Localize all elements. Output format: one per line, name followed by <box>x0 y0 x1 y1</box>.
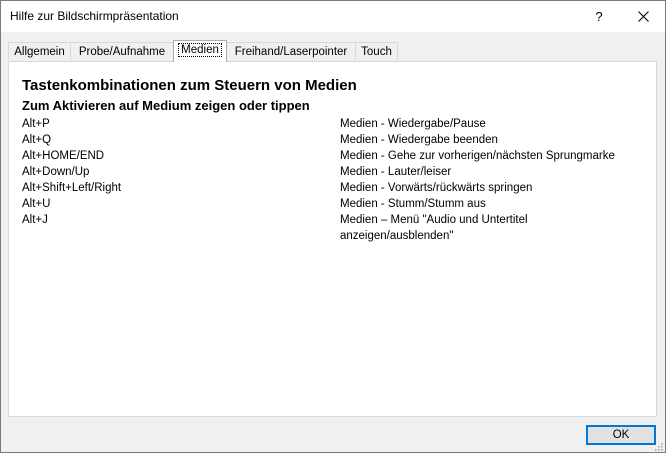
shortcut-row: Alt+Down/Up Medien - Lauter/leiser <box>9 164 658 180</box>
shortcut-key: Alt+Shift+Left/Right <box>22 182 122 194</box>
shortcut-description: Medien - Wiedergabe beenden <box>340 134 498 146</box>
shortcut-description: Medien – Menü "Audio und Untertitel anze… <box>340 214 528 242</box>
resize-grip-icon[interactable] <box>653 441 663 451</box>
shortcut-description: Medien - Stumm/Stumm aus <box>340 198 486 210</box>
tab-label: Medien <box>178 43 222 57</box>
tab-panel-medien: Tastenkombinationen zum Steuern von Medi… <box>8 61 657 417</box>
tab-allgemein[interactable]: Allgemein <box>8 42 71 60</box>
tab-label: Probe/Aufnahme <box>78 46 166 58</box>
tab-touch[interactable]: Touch <box>355 42 398 60</box>
tab-medien[interactable]: Medien <box>173 40 227 62</box>
tab-probe-aufnahme[interactable]: Probe/Aufnahme <box>70 42 174 60</box>
shortcut-list: Alt+P Medien - Wiedergabe/Pause Alt+Q Me… <box>9 116 658 244</box>
shortcut-key: Alt+P <box>22 118 50 130</box>
shortcut-description: Medien - Lauter/leiser <box>340 166 452 178</box>
shortcut-row: Alt+Shift+Left/Right Medien - Vorwärts/r… <box>9 180 658 196</box>
shortcut-key: Alt+U <box>22 198 51 210</box>
tab-label: Touch <box>361 46 392 58</box>
page-title: Tastenkombinationen zum Steuern von Medi… <box>22 77 357 94</box>
shortcut-row: Alt+U Medien - Stumm/Stumm aus <box>9 196 658 212</box>
close-button[interactable] <box>621 1 665 32</box>
shortcut-description: Medien - Vorwärts/rückwärts springen <box>340 182 533 194</box>
shortcut-key: Alt+Down/Up <box>22 166 90 178</box>
dialog-window: Hilfe zur Bildschirmpräsentation ? Allge… <box>0 0 666 453</box>
window-title: Hilfe zur Bildschirmpräsentation <box>10 9 179 23</box>
tab-label: Allgemein <box>14 46 65 58</box>
help-button[interactable]: ? <box>577 1 621 32</box>
close-icon <box>637 11 649 22</box>
shortcut-key: Alt+HOME/END <box>22 150 105 162</box>
shortcut-description: Medien - Wiedergabe/Pause <box>340 118 486 130</box>
section-subtitle: Zum Aktivieren auf Medium zeigen oder ti… <box>22 98 310 113</box>
tab-label: Freihand/Laserpointer <box>234 46 348 58</box>
ok-button[interactable]: OK <box>586 425 656 445</box>
title-bar[interactable]: Hilfe zur Bildschirmpräsentation ? <box>1 1 665 32</box>
shortcut-key: Alt+J <box>22 214 48 226</box>
shortcut-row: Alt+Q Medien - Wiedergabe beenden <box>9 132 658 148</box>
shortcut-key: Alt+Q <box>22 134 52 146</box>
shortcut-row: Alt+J Medien – Menü "Audio und Untertite… <box>9 212 658 244</box>
shortcut-row: Alt+HOME/END Medien - Gehe zur vorherige… <box>9 148 658 164</box>
shortcut-row: Alt+P Medien - Wiedergabe/Pause <box>9 116 658 132</box>
tab-freihand-laserpointer[interactable]: Freihand/Laserpointer <box>226 42 356 60</box>
shortcut-description: Medien - Gehe zur vorherigen/nächsten Sp… <box>340 150 615 162</box>
